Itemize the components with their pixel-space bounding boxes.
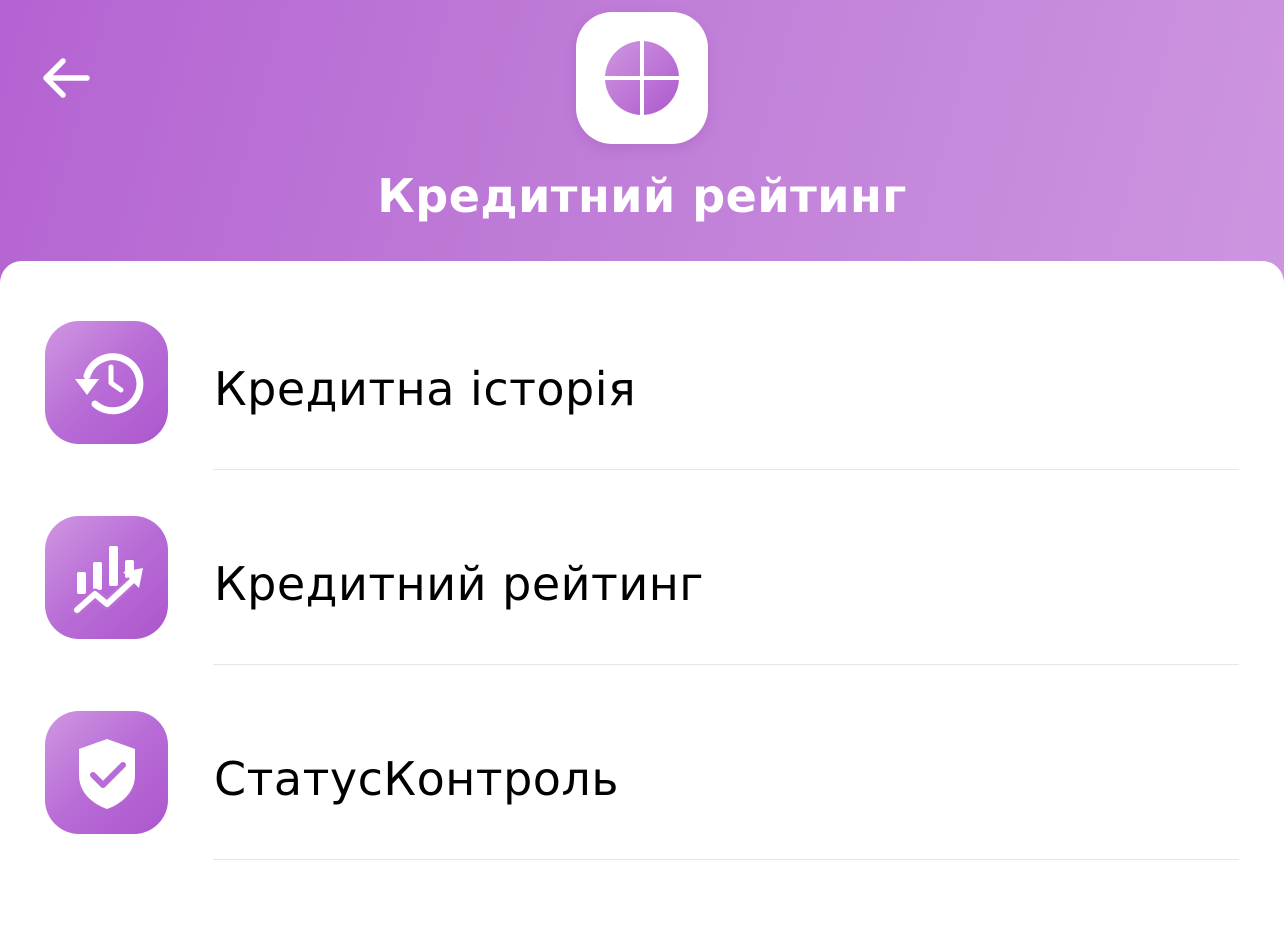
rating-chart-icon [71,545,143,615]
history-clock-icon [74,352,143,414]
rating-icon-tile [45,516,168,639]
divider [213,859,1239,860]
shield-icon-tile [45,711,168,834]
circle-cross-logo-icon [604,40,680,116]
back-button[interactable] [30,44,100,112]
shield-check-icon [78,738,135,809]
header: Кредитний рейтинг [0,0,1284,300]
app-logo [576,12,708,144]
menu-item-credit-history[interactable]: Кредитна історія [0,261,1284,470]
menu-item-status-control[interactable]: СтатусКонтроль [0,651,1284,860]
menu-item-label: СтатусКонтроль [214,752,619,806]
menu-item-label: Кредитний рейтинг [214,557,704,611]
menu-item-credit-rating[interactable]: Кредитний рейтинг [0,456,1284,665]
arrow-left-icon [43,58,90,98]
menu-item-label: Кредитна історія [214,362,637,416]
page-title: Кредитний рейтинг [377,169,907,223]
history-icon-tile [45,321,168,444]
menu-sheet: Кредитна історія Кредитний рейтинг Стату… [0,261,1284,930]
